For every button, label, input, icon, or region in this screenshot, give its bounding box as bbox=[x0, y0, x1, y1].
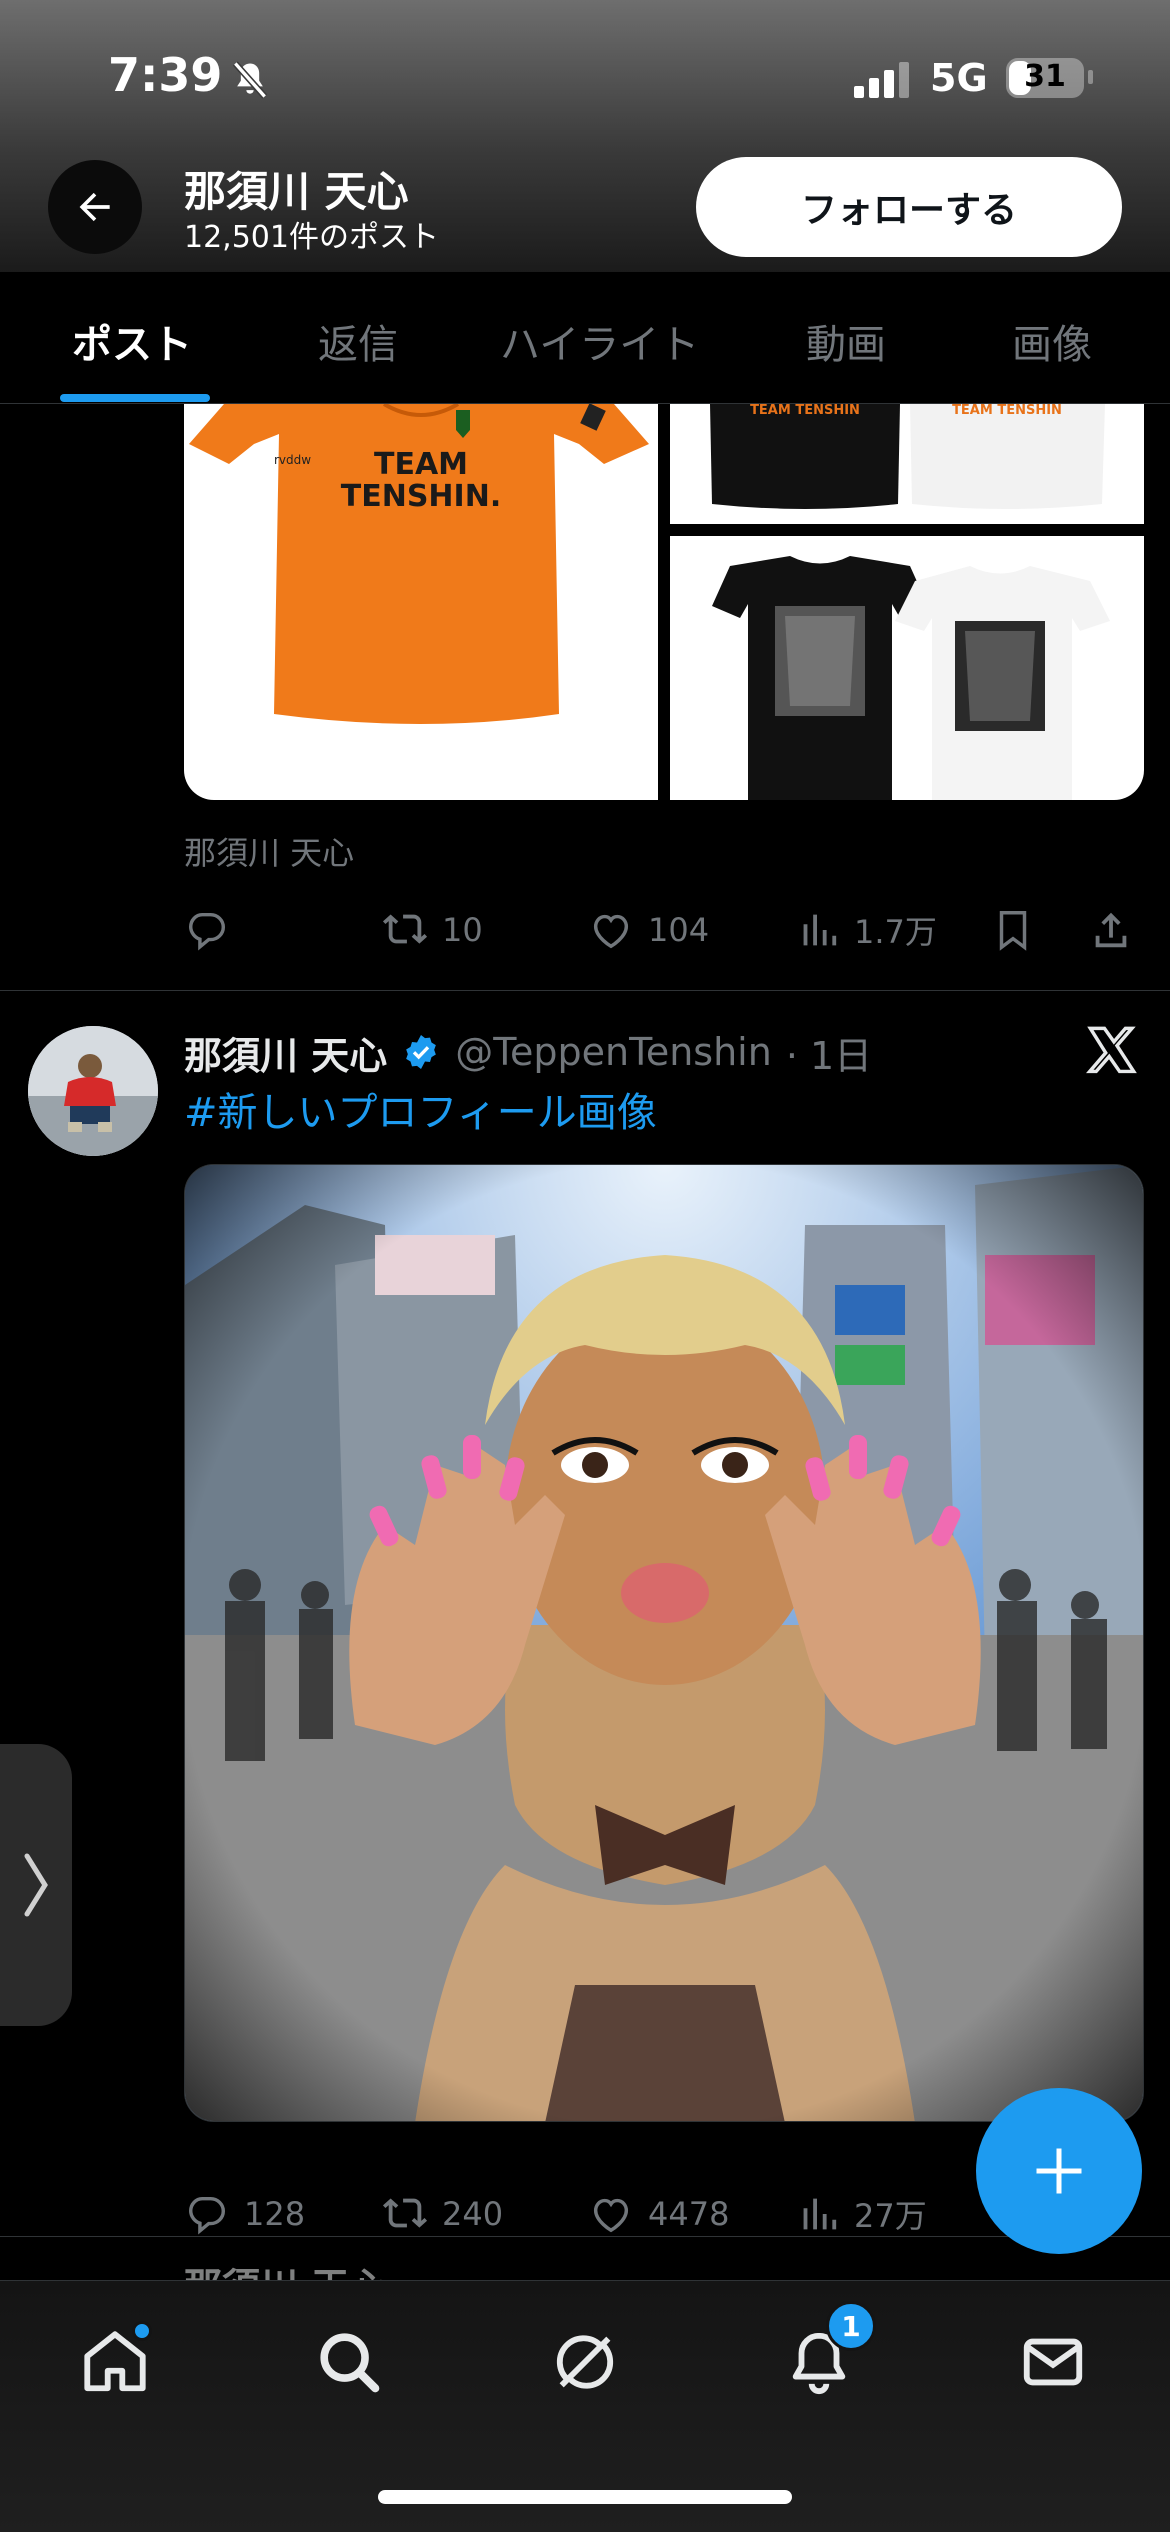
bookmark-button[interactable] bbox=[990, 900, 1036, 960]
side-drawer-handle[interactable] bbox=[0, 1744, 72, 2026]
search-icon[interactable] bbox=[314, 2327, 384, 2397]
next-post-author: 那須川 天心 bbox=[184, 2256, 387, 2280]
tab-images[interactable]: 画像 bbox=[1012, 312, 1092, 370]
avatar[interactable] bbox=[28, 1026, 158, 1156]
follow-button[interactable]: フォローする bbox=[696, 157, 1122, 257]
chevron-right-icon bbox=[24, 1853, 48, 1917]
post-actions: 10 104 1.7万 bbox=[184, 900, 1144, 960]
hashtag-link[interactable]: #新しいプロフィール画像 bbox=[184, 1080, 657, 1138]
repost-icon bbox=[382, 914, 428, 944]
grok-icon[interactable] bbox=[550, 2327, 620, 2397]
tab-videos[interactable]: 動画 bbox=[806, 312, 886, 370]
heart-icon bbox=[593, 2198, 629, 2233]
repost-count: 240 bbox=[442, 2195, 504, 2233]
media-tshirts-top[interactable]: TEAM TENSHIN TEAM TENSHIN bbox=[670, 404, 1144, 524]
reply-button[interactable] bbox=[184, 900, 244, 960]
repost-icon bbox=[382, 2198, 428, 2228]
like-button[interactable]: 4478 bbox=[588, 2184, 729, 2244]
like-count: 104 bbox=[648, 911, 710, 949]
author-handle[interactable]: @TeppenTenshin bbox=[455, 1030, 772, 1074]
post-divider bbox=[0, 2236, 1170, 2237]
tab-posts[interactable]: ポスト bbox=[72, 312, 192, 370]
post-media-grid: rvddw TEAM TENSHIN. TEAM TENSHIN TEAM TE… bbox=[184, 404, 1144, 800]
post-header: 那須川 天心 @TeppenTenshin · 1日 bbox=[184, 1022, 872, 1082]
profile-photo-image bbox=[185, 1165, 1143, 2121]
messages-icon[interactable] bbox=[1018, 2327, 1088, 2397]
notifications-badge: 1 bbox=[826, 2301, 876, 2351]
post-photo[interactable] bbox=[184, 1164, 1144, 2122]
post-divider bbox=[0, 990, 1170, 991]
battery-cap bbox=[1088, 70, 1093, 84]
battery-percent: 31 bbox=[1024, 59, 1066, 94]
post-count: 12,501件のポスト bbox=[184, 220, 439, 255]
profile-tabs: ポスト 返信 ハイライト 動画 画像 bbox=[0, 272, 1170, 404]
heart-icon bbox=[593, 914, 629, 949]
arrow-left-icon bbox=[79, 192, 110, 222]
views-count: 27万 bbox=[854, 2197, 927, 2235]
jersey-brand-text: rvddw bbox=[274, 453, 311, 467]
timeline-feed[interactable]: rvddw TEAM TENSHIN. TEAM TENSHIN TEAM TE… bbox=[0, 404, 1170, 2280]
media-photo-tshirts[interactable] bbox=[670, 536, 1144, 800]
plus-icon bbox=[1036, 2148, 1082, 2194]
reply-icon bbox=[188, 2196, 226, 2235]
jersey-text-team: TEAM bbox=[374, 447, 468, 482]
share-icon bbox=[1095, 912, 1127, 948]
like-button[interactable]: 104 bbox=[588, 900, 709, 960]
repost-count: 10 bbox=[442, 911, 483, 949]
jersey-text-tenshin: TENSHIN. bbox=[341, 479, 501, 514]
home-unread-dot bbox=[132, 2321, 152, 2341]
photo-tshirt-image bbox=[712, 556, 1110, 800]
status-bar: 7:39 5G 31 bbox=[0, 0, 1170, 150]
verified-badge-icon bbox=[406, 1035, 437, 1069]
views-button[interactable]: 1.7万 bbox=[794, 900, 937, 960]
white-shirt-print: TEAM TENSHIN bbox=[952, 404, 1062, 418]
like-count: 4478 bbox=[648, 2195, 730, 2233]
compose-button[interactable] bbox=[976, 2088, 1142, 2254]
bookmark-icon bbox=[999, 911, 1027, 951]
back-button[interactable] bbox=[48, 160, 142, 254]
reply-icon bbox=[188, 912, 226, 951]
orange-jersey-image: rvddw TEAM TENSHIN. bbox=[189, 404, 649, 724]
post-time: · 1日 bbox=[785, 1033, 873, 1078]
repost-button[interactable]: 10 bbox=[382, 900, 483, 960]
battery-indicator: 31 bbox=[1006, 58, 1084, 98]
views-count: 1.7万 bbox=[854, 913, 937, 951]
tab-replies[interactable]: 返信 bbox=[318, 312, 398, 370]
reply-button[interactable]: 128 bbox=[184, 2184, 305, 2244]
network-type: 5G bbox=[930, 56, 988, 100]
x-logo-icon[interactable] bbox=[1086, 1024, 1138, 1076]
views-chart-icon bbox=[803, 2198, 837, 2230]
profile-name: 那須川 天心 bbox=[184, 167, 409, 216]
source-label: 那須川 天心 bbox=[184, 834, 355, 872]
status-time: 7:39 bbox=[108, 48, 223, 102]
tab-highlights[interactable]: ハイライト bbox=[500, 312, 699, 370]
views-button[interactable]: 27万 bbox=[794, 2184, 927, 2244]
black-shirt-print: TEAM TENSHIN bbox=[750, 404, 860, 418]
repost-button[interactable]: 240 bbox=[382, 2184, 503, 2244]
avatar-image bbox=[28, 1026, 158, 1156]
cellular-signal-icon bbox=[854, 62, 909, 98]
media-orange-jersey[interactable]: rvddw TEAM TENSHIN. bbox=[184, 404, 658, 800]
silent-mode-icon bbox=[232, 61, 268, 99]
share-button[interactable] bbox=[1088, 900, 1134, 960]
author-name[interactable]: 那須川 天心 bbox=[184, 1025, 387, 1080]
views-chart-icon bbox=[803, 914, 837, 946]
active-tab-indicator bbox=[60, 394, 210, 402]
home-indicator bbox=[378, 2490, 792, 2504]
reply-count: 128 bbox=[244, 2195, 306, 2233]
tshirt-pair-image: TEAM TENSHIN TEAM TENSHIN bbox=[710, 404, 1105, 509]
